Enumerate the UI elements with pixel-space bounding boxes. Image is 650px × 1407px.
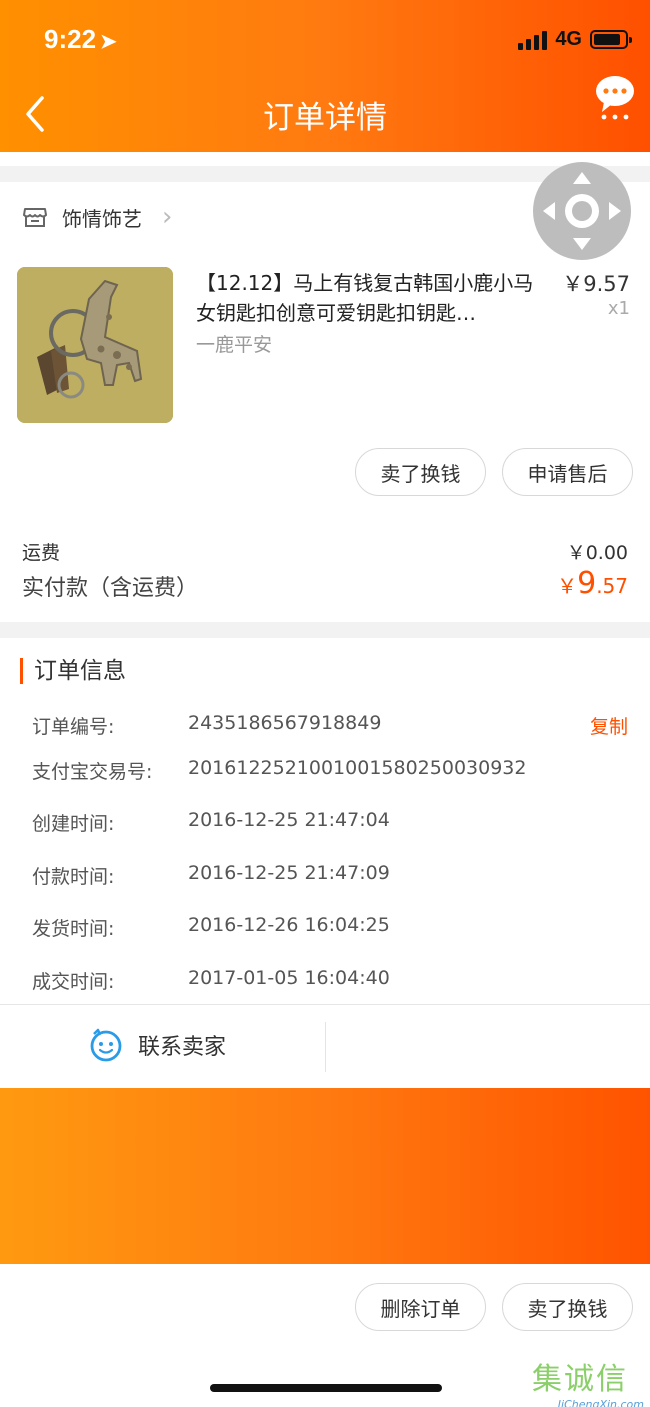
copy-button[interactable]: 复制 [590, 712, 628, 739]
paid-label: 实付款（含运费） [22, 576, 199, 601]
contact-face-icon [90, 1028, 122, 1062]
shipped-time-label: 发货时间: [32, 918, 115, 940]
signal-icon [518, 30, 548, 50]
watermark-text: 集诚信 [532, 1362, 628, 1397]
alipay-trade-value: 2016122521001001580250030932 [188, 757, 527, 779]
message-icon [596, 76, 634, 120]
watermark-sub: JiChengXin.com [557, 1398, 644, 1407]
product-image[interactable] [17, 267, 173, 423]
product-quantity: x1 [607, 298, 630, 319]
sell-for-cash-button[interactable]: 卖了换钱 [355, 448, 486, 496]
divider [0, 1004, 650, 1005]
completed-time-value: 2017-01-05 16:04:40 [188, 967, 390, 989]
alipay-trade-label: 支付宝交易号: [32, 761, 153, 783]
promo-banner[interactable] [0, 1088, 650, 1264]
watermark: 集诚信 JiChengXin.com [532, 1354, 644, 1407]
chevron-right-icon: › [162, 202, 173, 232]
created-time-value: 2016-12-25 21:47:04 [188, 809, 390, 831]
header-bar: 9:22 ➤ 4G 订单详情 [0, 0, 650, 152]
status-time-text: 9:22 [44, 24, 97, 54]
status-indicators: 4G [518, 28, 632, 51]
battery-icon [590, 30, 632, 49]
completed-time-label: 成交时间: [32, 971, 115, 993]
product-sku: 一鹿平安 [196, 334, 273, 356]
shop-name: 饰情饰艺 [62, 206, 142, 231]
shop-row[interactable]: 饰情饰艺 › [22, 202, 172, 232]
shop-icon [23, 208, 47, 227]
giraffe-keychain-image [17, 267, 173, 423]
paid-integer: 9 [577, 566, 597, 601]
home-indicator[interactable] [210, 1384, 442, 1392]
page-title: 订单详情 [263, 100, 387, 136]
section-gap [0, 622, 650, 638]
float-control-button[interactable] [533, 162, 631, 260]
location-arrow-icon: ➤ [100, 31, 117, 53]
order-number-label: 订单编号: [32, 716, 115, 738]
network-label: 4G [555, 28, 582, 50]
paid-currency: ￥ [557, 574, 578, 598]
vertical-separator [325, 1022, 326, 1072]
shipped-time-value: 2016-12-26 16:04:25 [188, 914, 390, 936]
order-info-title: 订单信息 [20, 658, 126, 684]
paid-time-value: 2016-12-25 21:47:09 [188, 862, 390, 884]
paid-time-label: 付款时间: [32, 866, 115, 888]
status-time: 9:22 ➤ [44, 24, 117, 55]
paid-decimal: .57 [596, 574, 628, 598]
created-time-label: 创建时间: [32, 813, 115, 835]
message-button[interactable] [594, 74, 636, 122]
paid-amount: ￥9.57 [557, 566, 628, 601]
contact-seller-button[interactable]: 联系卖家 [88, 1028, 226, 1062]
bottom-sell-for-cash-button[interactable]: 卖了换钱 [502, 1283, 633, 1331]
apply-after-sale-button[interactable]: 申请售后 [502, 448, 633, 496]
order-number-value: 2435186567918849 [188, 712, 382, 734]
shipping-value: ￥0.00 [566, 542, 628, 564]
product-title[interactable]: 【12.12】马上有钱复古韩国小鹿小马女钥匙扣创意可爱钥匙扣钥匙… [196, 268, 548, 328]
contact-seller-label: 联系卖家 [138, 1035, 227, 1060]
product-price: ￥9.57 [562, 272, 630, 296]
shipping-label: 运费 [22, 542, 61, 564]
float-control-icon [543, 172, 621, 250]
delete-order-button[interactable]: 删除订单 [355, 1283, 486, 1331]
